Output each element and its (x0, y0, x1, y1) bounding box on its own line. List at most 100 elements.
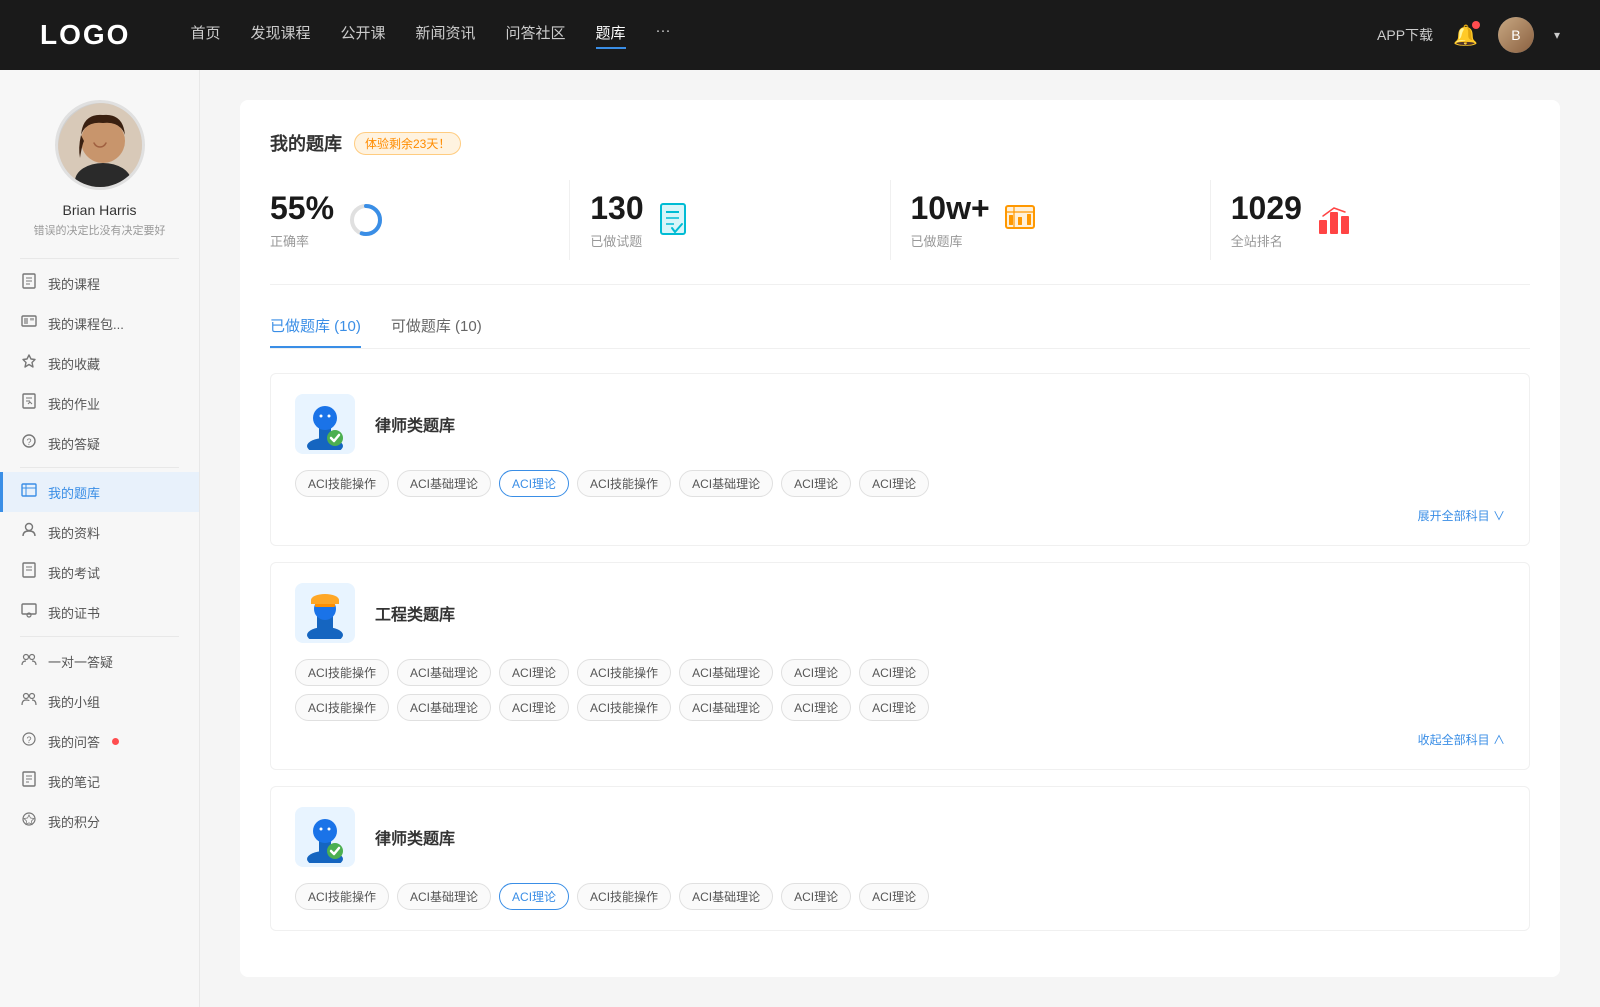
qb-tag[interactable]: ACI理论 (781, 883, 851, 910)
sidebar-divider-2 (20, 636, 179, 637)
sidebar-user-name: Brian Harris (0, 202, 199, 218)
qb-tag[interactable]: ACI技能操作 (577, 659, 671, 686)
sidebar-label: 我的收藏 (48, 354, 100, 373)
sidebar-item-qa[interactable]: ? 我的答疑 (0, 423, 199, 463)
qb-tag[interactable]: ACI理论 (499, 659, 569, 686)
lawyer-icon-wrap (295, 394, 355, 454)
qb-card-3-header: 律师类题库 (295, 807, 1505, 867)
course-icon (20, 273, 38, 293)
nav-links: 首页 发现课程 公开课 新闻资讯 问答社区 题库 ··· (190, 22, 1377, 49)
qb-tag[interactable]: ACI基础理论 (679, 883, 773, 910)
qb-tag[interactable]: ACI理论 (859, 694, 929, 721)
nav-avatar[interactable]: B (1498, 17, 1534, 53)
nav-app-download[interactable]: APP下载 (1377, 25, 1433, 45)
homework-icon (20, 393, 38, 413)
tab-available-banks[interactable]: 可做题库 (10) (391, 315, 482, 348)
sidebar-item-one-on-one[interactable]: 一对一答疑 (0, 641, 199, 681)
nav-notification-bell[interactable]: 🔔 (1453, 23, 1478, 48)
nav-open-course[interactable]: 公开课 (340, 22, 385, 49)
stat-banks-label: 已做题库 (911, 231, 990, 250)
nav-right: APP下载 🔔 B ▾ (1377, 17, 1560, 53)
qb-tag[interactable]: ACI理论 (499, 694, 569, 721)
qb-tag[interactable]: ACI基础理论 (679, 694, 773, 721)
qb-tag-active[interactable]: ACI理论 (499, 470, 569, 497)
qb-tag[interactable]: ACI技能操作 (295, 883, 389, 910)
main-content: 我的题库 体验剩余23天！ 55% 正确率 (200, 70, 1600, 1007)
stat-done-value: 130 (590, 190, 643, 227)
qb-tag[interactable]: ACI理论 (781, 470, 851, 497)
sidebar-label: 我的笔记 (48, 772, 100, 791)
sidebar-item-profile[interactable]: 我的资料 (0, 512, 199, 552)
qb-tag[interactable]: ACI理论 (859, 883, 929, 910)
tab-bar: 已做题库 (10) 可做题库 (10) (270, 315, 1530, 349)
qb-tag[interactable]: ACI理论 (781, 659, 851, 686)
qb-tag[interactable]: ACI基础理论 (679, 659, 773, 686)
qb-tag[interactable]: ACI技能操作 (577, 883, 671, 910)
sidebar-label: 我的课程包... (48, 314, 124, 333)
qb-tag[interactable]: ACI技能操作 (577, 470, 671, 497)
sidebar-label: 我的课程 (48, 274, 100, 293)
qb-tag-active[interactable]: ACI理论 (499, 883, 569, 910)
qb-tag[interactable]: ACI理论 (859, 659, 929, 686)
qb-expand-btn[interactable]: 展开全部科目 ∨ (1418, 509, 1505, 523)
qb-tag[interactable]: ACI基础理论 (397, 694, 491, 721)
nav-logo: LOGO (40, 19, 130, 51)
sidebar-label: 我的小组 (48, 692, 100, 711)
qb-tag[interactable]: ACI理论 (859, 470, 929, 497)
qb-card-1-header: 律师类题库 (295, 394, 1505, 454)
tab-done-banks[interactable]: 已做题库 (10) (270, 315, 361, 348)
nav-news[interactable]: 新闻资讯 (416, 22, 476, 49)
sidebar-item-homework[interactable]: 我的作业 (0, 383, 199, 423)
rank-icon (1314, 200, 1354, 240)
sidebar-label: 我的积分 (48, 812, 100, 831)
qb-tag[interactable]: ACI技能操作 (295, 470, 389, 497)
sidebar-label: 我的证书 (48, 603, 100, 622)
nav-more[interactable]: ··· (656, 22, 671, 49)
sidebar-user-subtitle: 错误的决定比没有决定要好 (0, 222, 199, 238)
qb-tag[interactable]: ACI技能操作 (577, 694, 671, 721)
nav-chevron-down-icon[interactable]: ▾ (1554, 28, 1560, 42)
sidebar-item-course-pack[interactable]: 我的课程包... (0, 303, 199, 343)
qb-collapse-btn[interactable]: 收起全部科目 ∧ (1418, 733, 1505, 747)
sidebar-item-group[interactable]: 我的小组 (0, 681, 199, 721)
sidebar-label: 我的作业 (48, 394, 100, 413)
nav-qa[interactable]: 问答社区 (506, 22, 566, 49)
certificate-icon (20, 602, 38, 622)
stat-accuracy-label: 正确率 (270, 231, 334, 250)
sidebar-label: 一对一答疑 (48, 652, 113, 671)
lawyer2-icon (301, 811, 349, 863)
sidebar-item-my-course[interactable]: 我的课程 (0, 263, 199, 303)
done-banks-icon (1002, 200, 1042, 240)
sidebar-item-certificate[interactable]: 我的证书 (0, 592, 199, 632)
qb-card-2: 工程类题库 ACI技能操作 ACI基础理论 ACI理论 ACI技能操作 ACI基… (270, 562, 1530, 770)
sidebar-item-points[interactable]: 我的积分 (0, 801, 199, 841)
qb-tag[interactable]: ACI基础理论 (397, 470, 491, 497)
qb-tag[interactable]: ACI理论 (781, 694, 851, 721)
qb-card-3-name: 律师类题库 (375, 825, 455, 849)
qb-tag[interactable]: ACI基础理论 (397, 659, 491, 686)
nav-discover[interactable]: 发现课程 (250, 22, 310, 49)
sidebar-item-favorites[interactable]: 我的收藏 (0, 343, 199, 383)
qb-tag[interactable]: ACI技能操作 (295, 659, 389, 686)
sidebar: Brian Harris 错误的决定比没有决定要好 我的课程 我的课程包... (0, 70, 200, 1007)
qb-tag[interactable]: ACI基础理论 (679, 470, 773, 497)
qb-card-2-header: 工程类题库 (295, 583, 1505, 643)
qb-card-1-footer: 展开全部科目 ∨ (295, 507, 1505, 525)
sidebar-item-questions[interactable]: ? 我的问答 (0, 721, 199, 761)
stat-accuracy: 55% 正确率 (270, 180, 570, 260)
qb-card-1-tags: ACI技能操作 ACI基础理论 ACI理论 ACI技能操作 ACI基础理论 AC… (295, 470, 1505, 497)
engineer-icon (301, 587, 349, 639)
stat-rank-label: 全站排名 (1231, 231, 1302, 250)
one-on-one-icon (20, 651, 38, 671)
sidebar-item-exam[interactable]: 我的考试 (0, 552, 199, 592)
sidebar-item-notes[interactable]: 我的笔记 (0, 761, 199, 801)
qb-card-2-tags-row1: ACI技能操作 ACI基础理论 ACI理论 ACI技能操作 ACI基础理论 AC… (295, 659, 1505, 686)
qb-tag[interactable]: ACI基础理论 (397, 883, 491, 910)
main-inner: 我的题库 体验剩余23天！ 55% 正确率 (240, 100, 1560, 977)
nav-home[interactable]: 首页 (190, 22, 220, 49)
nav-question-bank[interactable]: 题库 (596, 22, 626, 49)
qb-tag[interactable]: ACI技能操作 (295, 694, 389, 721)
sidebar-divider-1 (20, 467, 179, 468)
sidebar-avatar-wrap (0, 100, 199, 190)
sidebar-item-question-bank[interactable]: 我的题库 (0, 472, 199, 512)
